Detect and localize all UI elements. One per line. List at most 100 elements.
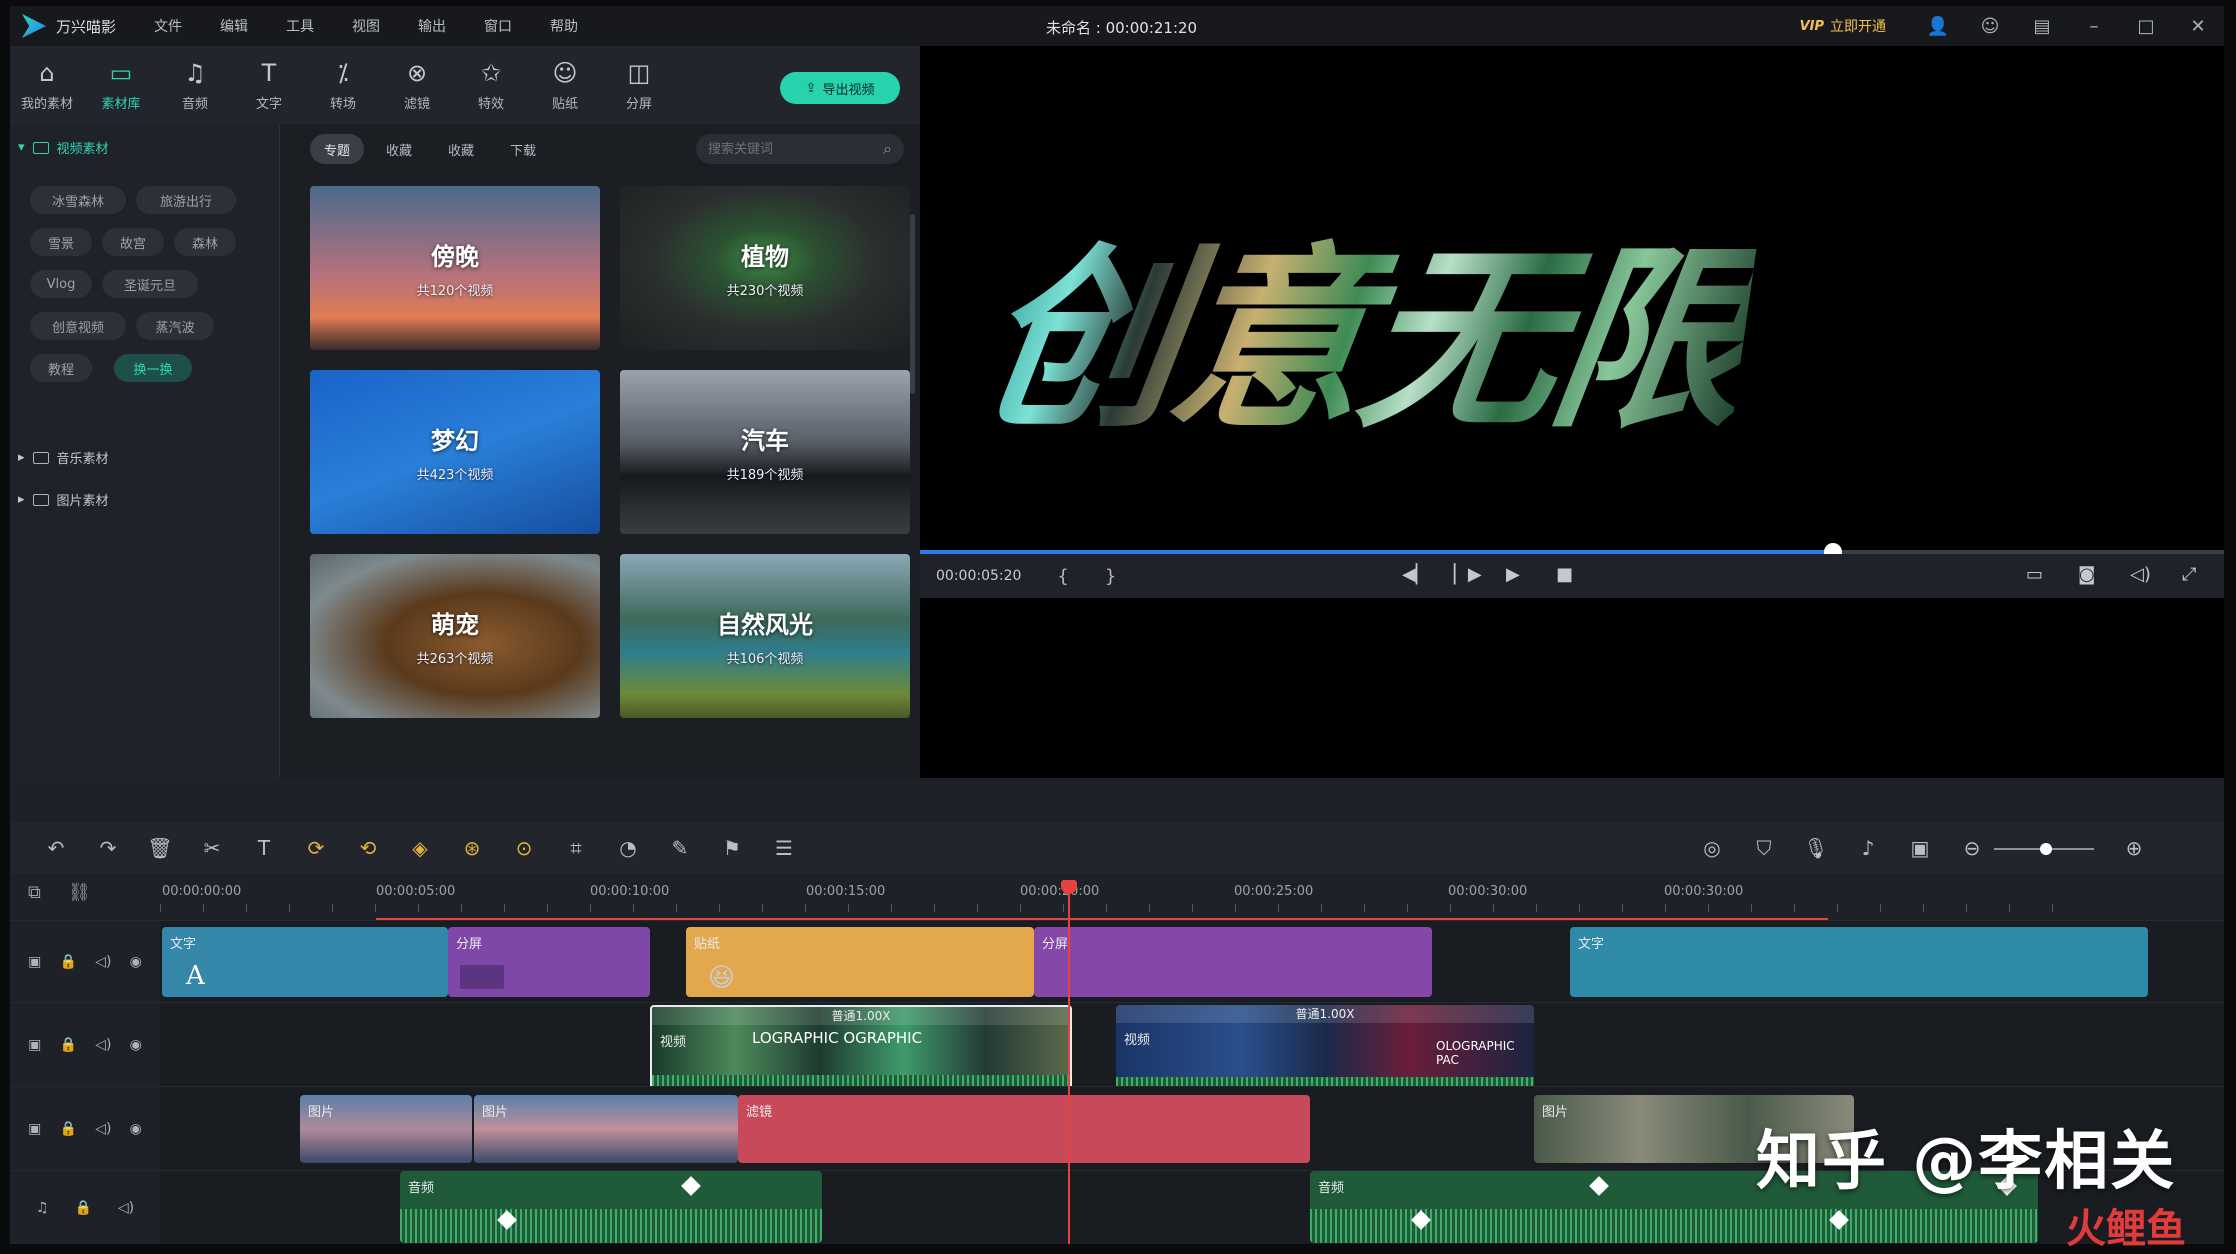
tab-collections[interactable]: 收藏 bbox=[434, 134, 488, 164]
zoom-in-icon[interactable]: ⊕ bbox=[2108, 836, 2160, 860]
menu-tools[interactable]: 工具 bbox=[286, 16, 314, 36]
rewind-icon[interactable]: ⟲ bbox=[342, 836, 394, 860]
menu-view[interactable]: 视图 bbox=[352, 16, 380, 36]
cut-icon[interactable]: ✂ bbox=[186, 836, 238, 860]
step-icon[interactable]: ▏▶ bbox=[1454, 564, 1482, 585]
track-toggle-icon[interactable]: ▣ bbox=[28, 1121, 41, 1137]
tool-filter[interactable]: ⊗ 滤镜 bbox=[380, 46, 454, 124]
lock-icon[interactable]: 🔒 bbox=[60, 954, 77, 970]
marker-icon[interactable]: ⚑ bbox=[706, 836, 758, 860]
message-icon[interactable]: ☺ bbox=[1964, 6, 2016, 46]
close-icon[interactable]: ✕ bbox=[2172, 6, 2224, 46]
shield-icon[interactable]: ⛉ bbox=[1738, 836, 1790, 860]
eye-icon[interactable]: ◉ bbox=[130, 954, 142, 970]
tool-transition[interactable]: ⁒ 转场 bbox=[306, 46, 380, 124]
playhead-line[interactable] bbox=[1068, 886, 1070, 1244]
lock-icon[interactable]: 🔒 bbox=[74, 1200, 91, 1216]
tag-item[interactable]: 教程 bbox=[30, 354, 92, 382]
export-button[interactable]: ⇪ 导出视频 bbox=[780, 72, 900, 104]
tool-split[interactable]: ◫ 分屏 bbox=[602, 46, 676, 124]
menu-edit[interactable]: 编辑 bbox=[220, 16, 248, 36]
tag-item[interactable]: 蒸汽波 bbox=[136, 312, 214, 340]
render-icon[interactable]: ◎ bbox=[1686, 836, 1738, 860]
tag-item[interactable]: Vlog bbox=[30, 270, 92, 298]
category-card[interactable]: 自然风光 共106个视频 bbox=[620, 554, 910, 718]
menu-help[interactable]: 帮助 bbox=[550, 16, 578, 36]
speed-icon[interactable]: ◔ bbox=[602, 836, 654, 860]
tag-item[interactable]: 森林 bbox=[174, 228, 236, 256]
mixer-icon[interactable]: ♪ bbox=[1842, 836, 1894, 860]
zoom-knob[interactable] bbox=[2040, 843, 2052, 855]
maximize-icon[interactable]: □ bbox=[2120, 6, 2172, 46]
audio-clip[interactable]: 音频 bbox=[400, 1171, 822, 1243]
lock-icon[interactable]: 🔒 bbox=[60, 1037, 77, 1053]
rotate-icon[interactable]: ⟳ bbox=[290, 836, 342, 860]
stop-icon[interactable]: ■ bbox=[1556, 564, 1573, 585]
store-icon[interactable]: ▤ bbox=[2016, 6, 2068, 46]
menu-window[interactable]: 窗口 bbox=[484, 16, 512, 36]
sticker-clip[interactable]: 贴纸 😆 bbox=[686, 927, 1034, 997]
category-card[interactable]: 傍晚 共120个视频 bbox=[310, 186, 600, 350]
tab-downloads[interactable]: 下载 bbox=[496, 134, 550, 164]
track-toggle-icon[interactable]: ▣ bbox=[28, 1037, 41, 1053]
tag-item[interactable]: 冰雪森林 bbox=[30, 186, 126, 214]
eye-icon[interactable]: ◉ bbox=[130, 1121, 142, 1137]
category-card[interactable]: 萌宠 共263个视频 bbox=[310, 554, 600, 718]
prev-frame-icon[interactable]: ◀▏ bbox=[1402, 564, 1430, 585]
subtitle-icon[interactable]: ▣ bbox=[1894, 836, 1946, 860]
split-clip[interactable]: 分屏 bbox=[1034, 927, 1432, 997]
text-edit-icon[interactable]: T bbox=[238, 836, 290, 860]
image-clip[interactable]: 图片 bbox=[474, 1095, 738, 1163]
filter-clip[interactable]: 滤镜 bbox=[738, 1095, 1310, 1163]
timeline-ruler[interactable]: ⧉ ⛓ 00:00:00:00 00:00:05:00 00:00:10:00 … bbox=[10, 874, 2224, 918]
undo-icon[interactable]: ↶ bbox=[30, 836, 82, 860]
account-icon[interactable]: 👤 bbox=[1912, 6, 1964, 46]
mic-icon[interactable]: 🎙 bbox=[1790, 836, 1842, 860]
search-input[interactable] bbox=[708, 141, 868, 157]
tree-video-assets[interactable]: ▾ 视频素材 bbox=[18, 138, 109, 157]
redo-icon[interactable]: ↷ bbox=[82, 836, 134, 860]
eye-icon[interactable]: ◉ bbox=[130, 1037, 142, 1053]
image-clip[interactable]: 图片 bbox=[300, 1095, 472, 1163]
mute-icon[interactable]: ◁) bbox=[95, 1121, 111, 1137]
text-clip[interactable]: 文字 bbox=[1570, 927, 2148, 997]
menu-file[interactable]: 文件 bbox=[154, 16, 182, 36]
keyframe[interactable] bbox=[1589, 1176, 1609, 1196]
tool-sticker[interactable]: ☺ 贴纸 bbox=[528, 46, 602, 124]
tool-library[interactable]: ▭ 素材库 bbox=[84, 46, 158, 124]
adjust-icon[interactable]: ☰ bbox=[758, 836, 810, 860]
lock-icon[interactable]: 🔒 bbox=[60, 1121, 77, 1137]
zoom-out-icon[interactable]: ⊖ bbox=[1946, 836, 1998, 860]
category-card[interactable]: 植物 共230个视频 bbox=[620, 186, 910, 350]
video-clip-selected[interactable]: 普通1.00X 视频 LOGRAPHIC OGRAPHIC bbox=[650, 1005, 1072, 1095]
color-icon[interactable]: ⊛ bbox=[446, 836, 498, 860]
tag-item[interactable]: 圣诞元旦 bbox=[102, 270, 198, 298]
tool-audio[interactable]: ♫ 音频 bbox=[158, 46, 232, 124]
fullscreen-icon[interactable]: ⤢ bbox=[2182, 564, 2196, 585]
motion-icon[interactable]: ⊙ bbox=[498, 836, 550, 860]
zoom-slider[interactable] bbox=[1994, 843, 2094, 855]
library-scrollbar[interactable] bbox=[910, 214, 915, 394]
delete-icon[interactable]: 🗑 bbox=[134, 836, 186, 860]
play-icon[interactable]: ▶ bbox=[1506, 564, 1520, 585]
tree-music-assets[interactable]: ▸ 音乐素材 bbox=[18, 448, 109, 467]
tool-effect[interactable]: ✩ 特效 bbox=[454, 46, 528, 124]
tag-refresh[interactable]: 换一换 bbox=[114, 354, 192, 382]
category-card[interactable]: 梦幻 共423个视频 bbox=[310, 370, 600, 534]
tree-image-assets[interactable]: ▸ 图片素材 bbox=[18, 490, 109, 509]
snapshot-icon[interactable]: ◙ bbox=[2078, 564, 2095, 585]
menu-output[interactable]: 输出 bbox=[418, 16, 446, 36]
vip-button[interactable]: VIP 立即开通 bbox=[1800, 16, 1886, 36]
link-icon[interactable]: ⛓ bbox=[68, 882, 91, 903]
keyframe[interactable] bbox=[681, 1176, 701, 1196]
add-track-icon[interactable]: ⧉ bbox=[28, 882, 41, 903]
video-clip[interactable]: 普通1.00X 视频 OLOGRAPHIC PAC bbox=[1116, 1005, 1534, 1095]
crop-icon[interactable]: ⌗ bbox=[550, 836, 602, 860]
tool-my-media[interactable]: ⌂ 我的素材 bbox=[10, 46, 84, 124]
tab-topics[interactable]: 专题 bbox=[310, 134, 365, 164]
tag-item[interactable]: 雪景 bbox=[30, 228, 92, 256]
mark-in-icon[interactable]: { bbox=[1057, 566, 1068, 587]
tag-item[interactable]: 故宫 bbox=[102, 228, 164, 256]
text-clip[interactable]: 文字 A bbox=[162, 927, 448, 997]
volume-icon[interactable]: ◁) bbox=[2130, 564, 2151, 585]
